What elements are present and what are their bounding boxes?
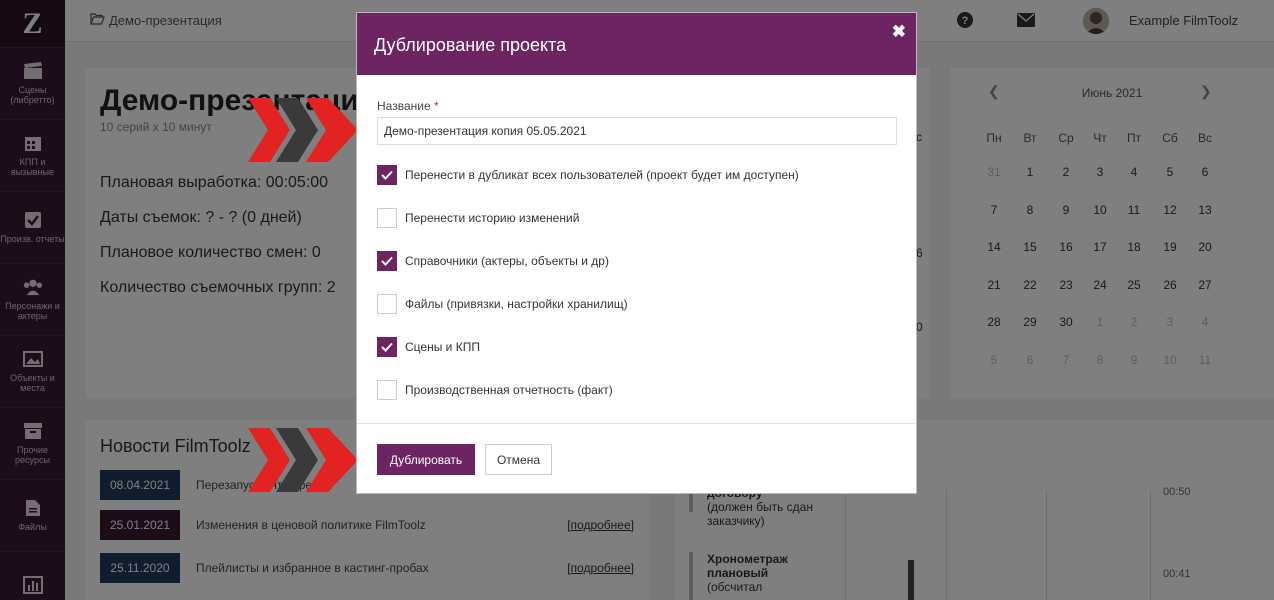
- annotation-arrow-button: [248, 428, 358, 492]
- option-label: Сцены и КПП: [405, 340, 480, 354]
- option-label: Файлы (привязки, настройки хранилищ): [405, 297, 628, 311]
- option-production-reports[interactable]: Производственная отчетность (факт): [377, 380, 613, 400]
- cancel-button[interactable]: Отмена: [485, 444, 552, 475]
- checkbox-unchecked[interactable]: [377, 380, 397, 400]
- option-label: Производственная отчетность (факт): [405, 383, 613, 397]
- annotation-arrow-name: [248, 98, 358, 162]
- checkbox-checked[interactable]: [377, 251, 397, 271]
- duplicate-project-dialog: Дублирование проекта ✖ Название * Перене…: [356, 12, 917, 494]
- name-label-text: Название: [377, 99, 431, 113]
- close-icon[interactable]: ✖: [892, 22, 906, 42]
- option-transfer-users[interactable]: Перенести в дубликат всех пользователей …: [377, 165, 799, 185]
- checkbox-checked[interactable]: [377, 165, 397, 185]
- option-scenes[interactable]: Сцены и КПП: [377, 337, 480, 357]
- option-label: Перенести историю изменений: [405, 211, 580, 225]
- duplicate-button[interactable]: Дублировать: [377, 444, 475, 475]
- name-field-label: Название *: [377, 99, 439, 113]
- required-mark: *: [433, 99, 439, 113]
- project-name-input[interactable]: [377, 117, 897, 145]
- option-directories[interactable]: Справочники (актеры, объекты и др): [377, 251, 609, 271]
- checkbox-unchecked[interactable]: [377, 208, 397, 228]
- dialog-title: Дублирование проекта: [374, 35, 567, 55]
- option-files[interactable]: Файлы (привязки, настройки хранилищ): [377, 294, 628, 314]
- check-icon: [381, 342, 393, 352]
- option-label: Справочники (актеры, объекты и др): [405, 254, 609, 268]
- check-icon: [381, 170, 393, 180]
- option-label: Перенести в дубликат всех пользователей …: [405, 168, 799, 182]
- dialog-divider: [357, 423, 916, 424]
- check-icon: [381, 256, 393, 266]
- option-transfer-history[interactable]: Перенести историю изменений: [377, 208, 579, 228]
- checkbox-unchecked[interactable]: [377, 294, 397, 314]
- checkbox-checked[interactable]: [377, 337, 397, 357]
- dialog-header: Дублирование проекта ✖: [357, 13, 916, 75]
